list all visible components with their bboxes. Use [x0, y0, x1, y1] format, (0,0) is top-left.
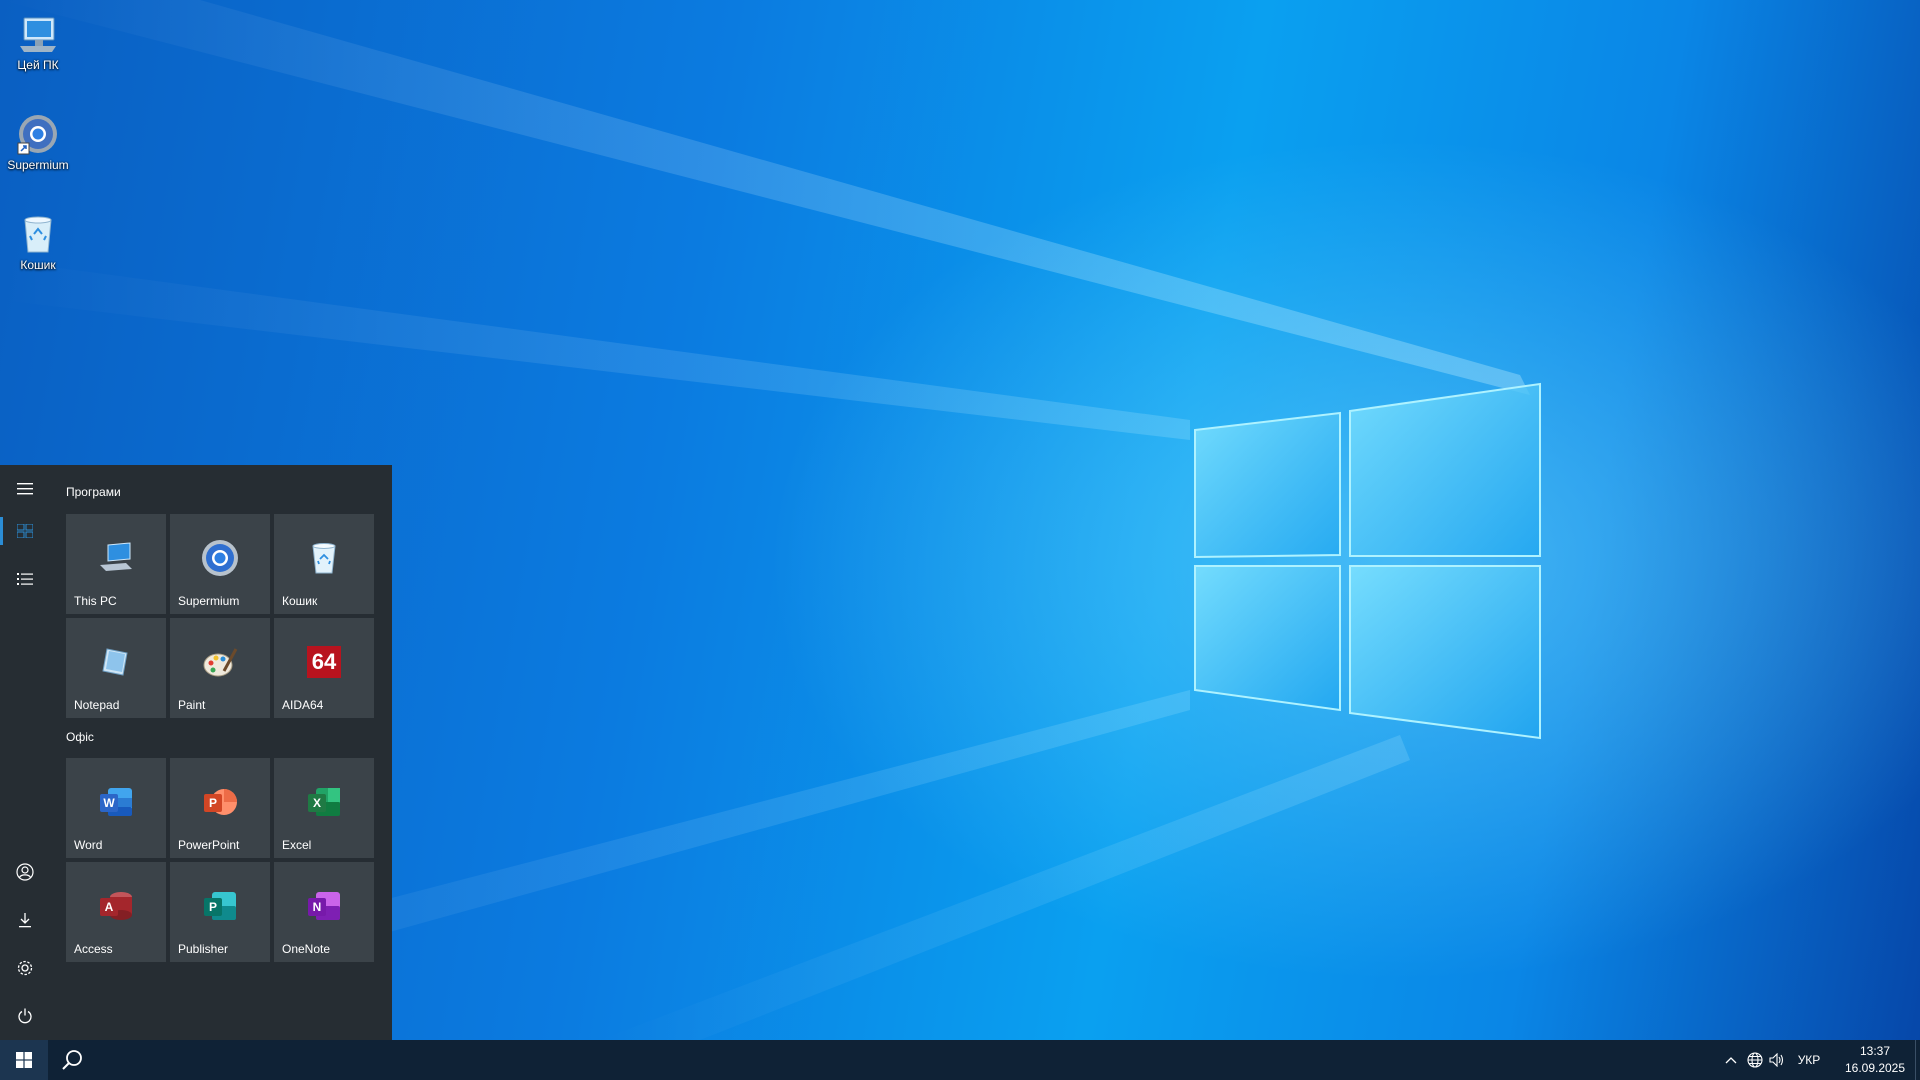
- tile-label: Paint: [178, 698, 206, 712]
- svg-text:X: X: [313, 796, 321, 810]
- tile-label: OneNote: [282, 942, 331, 956]
- globe-network-icon: [1747, 1052, 1763, 1068]
- desktop-icon-label: Кошик: [20, 258, 56, 272]
- search-icon: [62, 1050, 82, 1070]
- tile-publisher[interactable]: P Publisher: [170, 862, 270, 962]
- volume-button[interactable]: [1766, 1040, 1788, 1080]
- start-rail: [0, 465, 50, 1040]
- tile-recycle-bin[interactable]: Кошик: [274, 514, 374, 614]
- user-icon: [16, 863, 34, 881]
- tile-notepad[interactable]: Notepad: [66, 618, 166, 718]
- settings-button[interactable]: [0, 944, 50, 992]
- access-icon: A: [96, 886, 136, 926]
- tile-paint[interactable]: Paint: [170, 618, 270, 718]
- supermium-icon: [16, 112, 60, 156]
- svg-text:N: N: [313, 900, 322, 914]
- svg-text:P: P: [209, 796, 217, 810]
- computer-icon: [96, 538, 136, 578]
- tiles-icon: [17, 524, 33, 538]
- search-button[interactable]: [48, 1040, 96, 1080]
- power-icon: [18, 1008, 32, 1024]
- powerpoint-icon: P: [200, 782, 240, 822]
- taskbar: УКР 13:37 16.09.2025: [0, 1040, 1920, 1080]
- desktop-icon-label: Supermium: [7, 158, 69, 172]
- group-title-programs: Програми: [66, 485, 121, 499]
- svg-text:A: A: [105, 900, 114, 914]
- svg-text:W: W: [103, 796, 115, 810]
- tile-label: Publisher: [178, 942, 229, 956]
- tile-label: Notepad: [74, 698, 120, 712]
- system-tray: УКР 13:37 16.09.2025: [1720, 1040, 1920, 1080]
- show-hidden-icons-button[interactable]: [1720, 1040, 1742, 1080]
- notepad-icon: [96, 642, 136, 682]
- windows-logo-icon: [16, 1052, 32, 1068]
- tile-label: Word: [74, 838, 103, 852]
- tile-powerpoint[interactable]: P PowerPoint: [170, 758, 270, 858]
- hamburger-icon: [17, 483, 33, 495]
- publisher-icon: P: [200, 886, 240, 926]
- expand-menu-button[interactable]: [0, 465, 50, 513]
- svg-text:P: P: [209, 900, 217, 914]
- start-menu: Програми This PC Supermium Кошик Notepad: [0, 465, 392, 1040]
- tile-label: Access: [74, 942, 113, 956]
- network-button[interactable]: [1744, 1040, 1766, 1080]
- clock-time: 13:37: [1859, 1044, 1891, 1058]
- clock[interactable]: 13:37 16.09.2025: [1840, 1043, 1910, 1077]
- input-language-button[interactable]: УКР: [1792, 1040, 1826, 1080]
- speaker-icon: [1769, 1053, 1784, 1067]
- settings-icon: [17, 960, 33, 976]
- onenote-icon: N: [304, 886, 344, 926]
- tile-aida64[interactable]: 64 AIDA64: [274, 618, 374, 718]
- supermium-icon: [200, 538, 240, 578]
- start-button[interactable]: [0, 1040, 48, 1080]
- downloads-icon: [19, 913, 31, 928]
- clock-date: 16.09.2025: [1844, 1061, 1906, 1075]
- tile-onenote[interactable]: N OneNote: [274, 862, 374, 962]
- tile-label: Excel: [282, 838, 312, 852]
- desktop-icon-supermium[interactable]: Supermium: [2, 106, 74, 192]
- recycle-bin-icon: [304, 538, 344, 578]
- tile-label: AIDA64: [282, 698, 324, 712]
- tile-access[interactable]: A Access: [66, 862, 166, 962]
- tile-supermium[interactable]: Supermium: [170, 514, 270, 614]
- desktop-icon-this-pc[interactable]: Цей ПК: [2, 6, 74, 92]
- group-title-office: Офіс: [66, 730, 94, 744]
- tile-label: Кошик: [282, 594, 318, 608]
- tile-word[interactable]: W Word: [66, 758, 166, 858]
- downloads-button[interactable]: [0, 896, 50, 944]
- desktop-icon-recycle-bin[interactable]: Кошик: [2, 206, 74, 292]
- tile-this-pc[interactable]: This PC: [66, 514, 166, 614]
- power-button[interactable]: [0, 992, 50, 1040]
- tile-label: This PC: [74, 594, 117, 608]
- user-account-button[interactable]: [0, 848, 50, 896]
- tile-label: Supermium: [178, 594, 240, 608]
- recycle-bin-icon: [16, 212, 60, 256]
- computer-icon: [16, 12, 60, 56]
- desktop[interactable]: Цей ПК Supermium Кошик Програми This PC …: [0, 0, 1920, 1080]
- windows-logo-art: [1194, 382, 1541, 740]
- tile-label: PowerPoint: [178, 838, 240, 852]
- show-desktop-button[interactable]: [1915, 1040, 1920, 1080]
- all-apps-button[interactable]: [0, 555, 50, 603]
- desktop-icon-label: Цей ПК: [17, 58, 59, 72]
- excel-icon: X: [304, 782, 344, 822]
- word-icon: W: [96, 782, 136, 822]
- chevron-up-icon: [1725, 1057, 1737, 1064]
- tile-excel[interactable]: X Excel: [274, 758, 374, 858]
- pinned-tiles-button[interactable]: [0, 507, 50, 555]
- all-apps-list-icon: [17, 573, 33, 585]
- aida64-icon: 64: [304, 642, 344, 682]
- paint-icon: [200, 642, 240, 682]
